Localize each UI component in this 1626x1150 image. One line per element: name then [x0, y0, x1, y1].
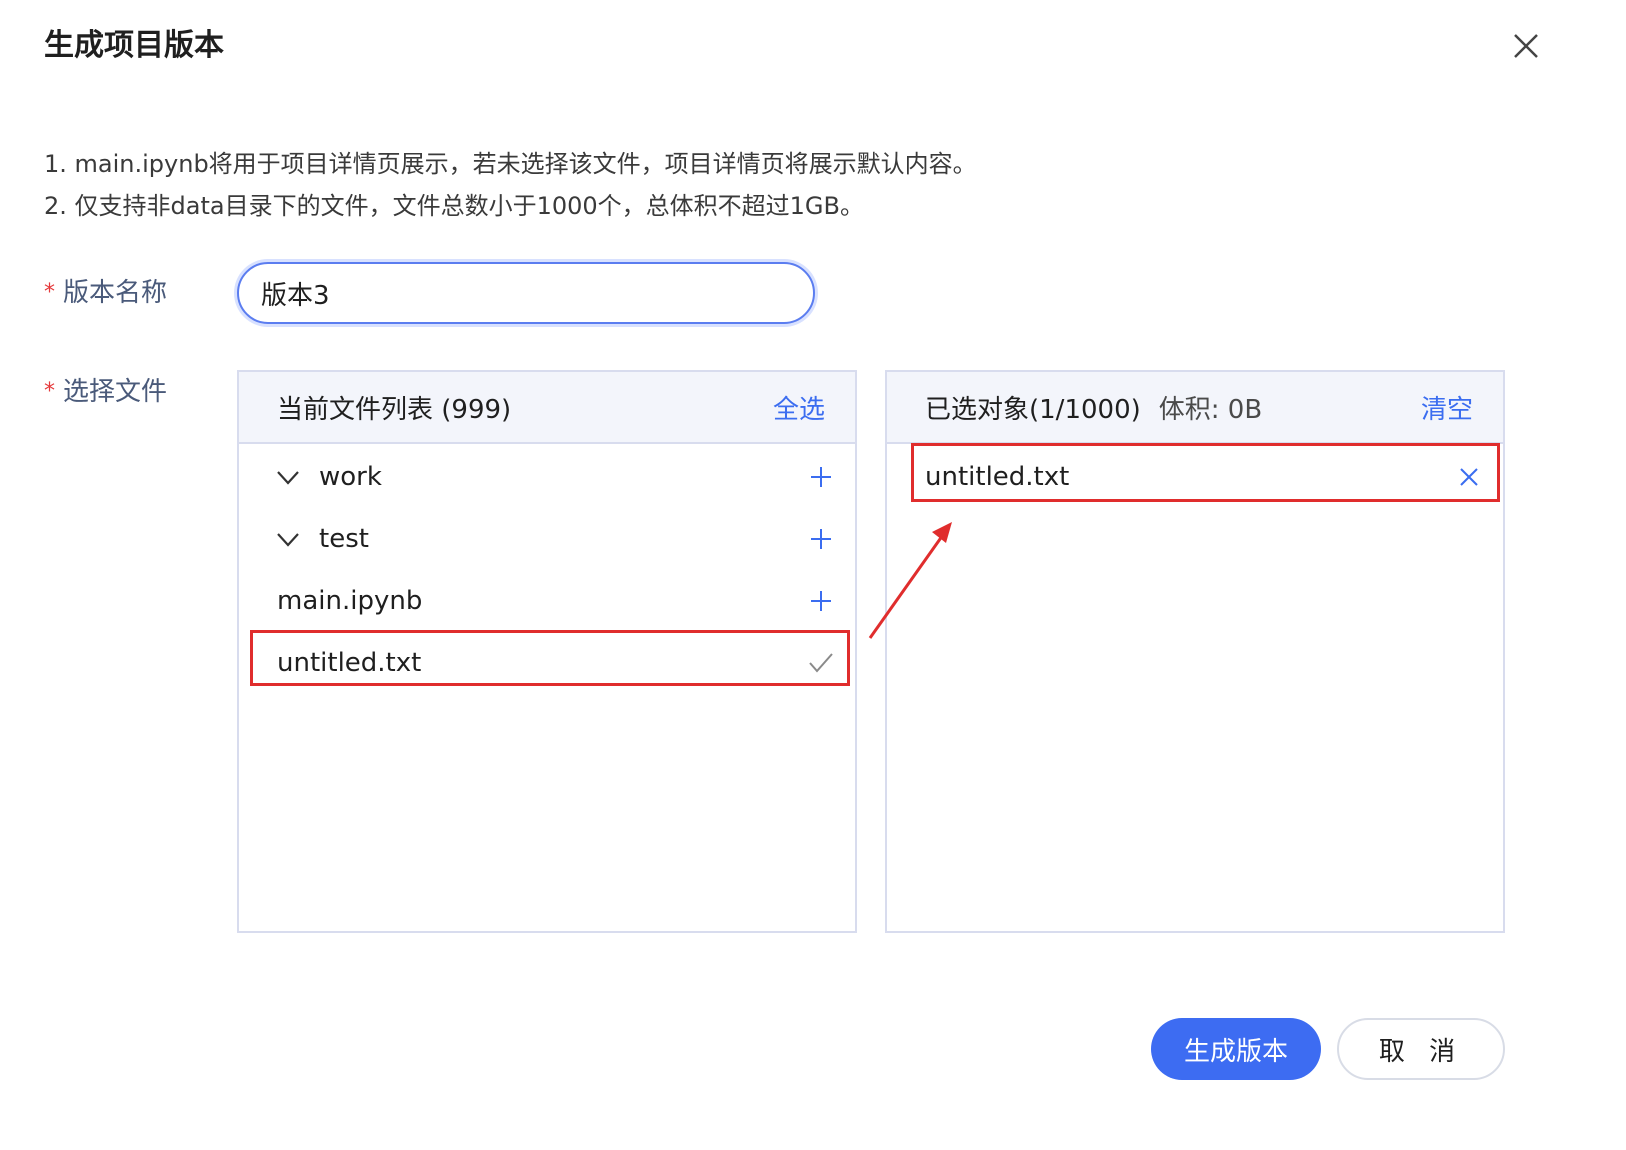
- plus-icon[interactable]: [801, 589, 841, 613]
- version-name-label: * 版本名称: [44, 273, 167, 313]
- file-row-work[interactable]: work: [239, 446, 855, 508]
- chevron-down-icon[interactable]: [275, 526, 301, 552]
- file-name: work: [319, 462, 382, 492]
- selected-size: 体积: 0B: [1158, 394, 1263, 425]
- required-mark: *: [44, 280, 55, 305]
- select-files-label: * 选择文件: [44, 372, 167, 412]
- required-mark: *: [44, 379, 55, 404]
- instruction-line-2: 2. 仅支持非data目录下的文件，文件总数小于1000个，总体积不超过1GB。: [44, 192, 864, 220]
- file-row-main-ipynb[interactable]: main.ipynb: [239, 570, 855, 632]
- select-files-label-text: 选择文件: [63, 377, 168, 407]
- dialog-title: 生成项目版本: [44, 28, 224, 63]
- plus-icon[interactable]: [801, 527, 841, 551]
- file-name: main.ipynb: [277, 586, 423, 616]
- cancel-button[interactable]: 取 消: [1337, 1018, 1505, 1080]
- version-name-input[interactable]: [237, 262, 815, 324]
- generate-version-button[interactable]: 生成版本: [1151, 1018, 1321, 1080]
- instruction-line-1: 1. main.ipynb将用于项目详情页展示，若未选择该文件，项目详情页将展示…: [44, 150, 977, 178]
- selected-files-header: 已选对象(1/1000) 体积: 0B 清空: [887, 372, 1503, 444]
- annotation-arrow-icon: [868, 522, 952, 639]
- close-dialog-button[interactable]: [1500, 22, 1550, 72]
- current-files-title: 当前文件列表 (999): [277, 394, 512, 425]
- instructions: 1. main.ipynb将用于项目详情页展示，若未选择该文件，项目详情页将展示…: [44, 143, 977, 227]
- plus-icon[interactable]: [801, 465, 841, 489]
- file-name: test: [319, 524, 369, 554]
- close-icon: [1514, 34, 1538, 58]
- highlight-box-source: [250, 630, 850, 686]
- clear-link[interactable]: 清空: [1421, 389, 1473, 426]
- file-row-test[interactable]: test: [239, 508, 855, 570]
- chevron-down-icon[interactable]: [275, 464, 301, 490]
- selected-count: 已选对象(1/1000): [925, 394, 1141, 425]
- selected-files-title: 已选对象(1/1000) 体积: 0B: [925, 389, 1262, 426]
- highlight-box-target: [911, 443, 1500, 502]
- version-name-label-text: 版本名称: [63, 278, 168, 308]
- current-files-header: 当前文件列表 (999) 全选: [239, 372, 855, 444]
- select-all-link[interactable]: 全选: [773, 389, 825, 426]
